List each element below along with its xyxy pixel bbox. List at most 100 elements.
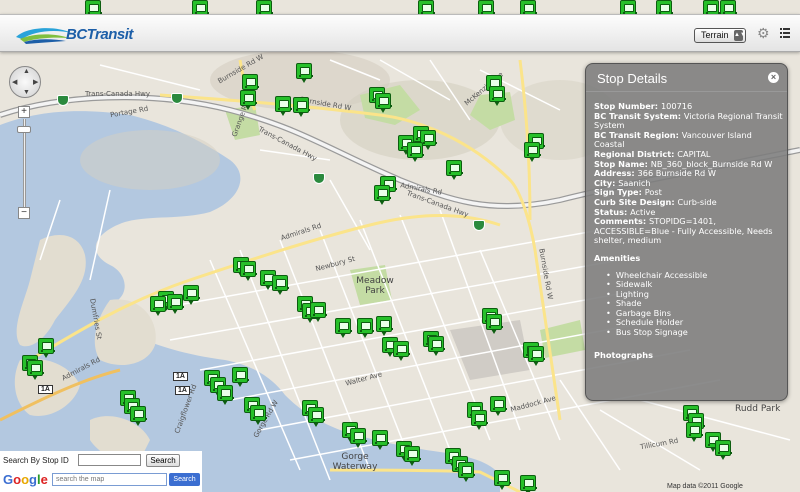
bus-stop-marker-icon[interactable]: [494, 470, 511, 490]
bus-stop-marker-icon[interactable]: [393, 341, 410, 361]
bus-stop-marker-icon[interactable]: [374, 185, 391, 205]
amenities-heading: Amenities: [594, 252, 641, 263]
bus-stop-marker-icon[interactable]: [520, 475, 537, 492]
bus-stop-marker-icon[interactable]: [471, 410, 488, 430]
bus-stop-marker-icon[interactable]: [407, 142, 424, 162]
amenity-item: Bus Stop Signage: [606, 327, 784, 338]
detail-value: Saanich: [618, 177, 651, 188]
detail-label: Curb Site Design:: [594, 196, 678, 207]
detail-label: Stop Name:: [594, 158, 651, 169]
amenities-list: Wheelchair AccessibleSidewalkLightingSha…: [594, 270, 784, 338]
detail-value: 366 Burnside Rd W: [637, 168, 716, 179]
zoom-slider-thumb[interactable]: [17, 126, 31, 133]
bus-stop-marker-icon[interactable]: [335, 318, 352, 338]
detail-rows: Stop Number: 100716 BC Transit System: Vi…: [594, 101, 784, 246]
detail-row: BC Transit Region: Vancouver Island Coas…: [594, 129, 784, 150]
bus-stop-marker-icon[interactable]: [240, 90, 257, 110]
detail-label: Comments:: [594, 216, 649, 227]
highway-1a-shield: 1A: [38, 385, 53, 394]
bus-stop-marker-icon[interactable]: [275, 96, 292, 116]
bus-stop-marker-icon[interactable]: [524, 142, 541, 162]
bus-stop-marker-icon[interactable]: [486, 314, 503, 334]
bus-stop-marker-icon[interactable]: [404, 446, 421, 466]
detail-value: CAPITAL: [677, 148, 711, 159]
pan-left-icon[interactable]: ◀: [12, 78, 17, 86]
detail-label: BC Transit Region:: [594, 129, 682, 140]
bus-stop-marker-icon[interactable]: [686, 422, 703, 442]
bus-stop-marker-icon[interactable]: [375, 93, 392, 113]
detail-label: Address:: [594, 168, 638, 179]
map-credits: Map data ©2011 Google: [667, 483, 743, 490]
bus-stop-marker-icon[interactable]: [428, 336, 445, 356]
detail-label: Stop Number:: [594, 101, 661, 111]
bus-stop-marker-icon[interactable]: [250, 405, 267, 425]
detail-label: Status:: [594, 206, 631, 217]
detail-value: Active: [630, 206, 656, 217]
photographs-heading: Photographs: [594, 349, 653, 360]
logo-text: BCTransit: [66, 26, 133, 43]
bus-stop-marker-icon[interactable]: [528, 346, 545, 366]
legend-list-icon[interactable]: [780, 28, 790, 38]
detail-value: Post: [644, 187, 662, 198]
zoom-out-button[interactable]: −: [18, 207, 30, 219]
map-type-value: Terrain: [701, 30, 729, 40]
bus-stop-marker-icon[interactable]: [167, 294, 184, 314]
bus-stop-marker-icon[interactable]: [372, 430, 389, 450]
bus-stop-marker-icon[interactable]: [350, 428, 367, 448]
bus-stop-marker-icon[interactable]: [272, 275, 289, 295]
bus-stop-marker-icon[interactable]: [489, 86, 506, 106]
highway-1a-shield: 1A: [173, 372, 188, 381]
map-search-input[interactable]: search the map: [52, 473, 167, 486]
bus-stop-marker-icon[interactable]: [150, 296, 167, 316]
google-logo: Google: [3, 472, 48, 487]
settings-gear-icon[interactable]: ⚙: [757, 26, 771, 40]
bus-stop-marker-icon[interactable]: [458, 462, 475, 482]
bus-stop-marker-icon[interactable]: [293, 97, 310, 117]
map-pan-control[interactable]: ▲ ◀ ▶ ▼: [9, 66, 41, 98]
map-search-button[interactable]: Search: [169, 473, 200, 486]
bus-stop-marker-icon[interactable]: [232, 367, 249, 387]
detail-label: Sign Type:: [594, 187, 645, 198]
bus-stop-marker-icon[interactable]: [130, 406, 147, 426]
map-label: Trans-Canada Hwy: [85, 90, 151, 98]
bus-stop-marker-icon[interactable]: [308, 407, 325, 427]
stop-search-label: Search By Stop ID: [3, 456, 69, 465]
stop-details-panel: Stop Details × Stop Number: 100716 BC Tra…: [585, 63, 788, 401]
bus-stop-marker-icon[interactable]: [310, 302, 327, 322]
pan-down-icon[interactable]: ▼: [23, 89, 30, 96]
detail-row: Comments: STOPIDG=1401, ACCESSIBLE=Blue …: [594, 216, 784, 246]
app-header: BCTransit Terrain ▲▼ ⚙: [0, 14, 800, 52]
panel-title: Stop Details: [597, 71, 668, 86]
detail-value: Curb-side: [677, 196, 717, 207]
search-container: Search By Stop ID Search Google search t…: [0, 451, 202, 492]
stop-id-input[interactable]: [78, 454, 141, 466]
stop-search-button[interactable]: Search: [146, 454, 180, 467]
detail-value: NB_360_block_Burnside Rd W: [650, 158, 773, 169]
detail-label: Regional District:: [594, 148, 678, 159]
map-type-select[interactable]: Terrain ▲▼: [694, 28, 746, 43]
highway-1a-shield: 1A: [175, 386, 190, 395]
bus-stop-marker-icon[interactable]: [376, 316, 393, 336]
map-label: Meadow Park: [356, 276, 394, 296]
detail-label: City:: [594, 177, 619, 188]
detail-value: 100716: [660, 101, 693, 111]
bus-stop-marker-icon[interactable]: [446, 160, 463, 180]
pan-right-icon[interactable]: ▶: [33, 78, 38, 86]
bus-stop-marker-icon[interactable]: [240, 261, 257, 281]
map-label: Gorge Waterway: [332, 452, 378, 472]
bus-stop-marker-icon[interactable]: [357, 318, 374, 338]
panel-body: Stop Number: 100716 BC Transit System: Vi…: [594, 101, 784, 360]
zoom-in-button[interactable]: +: [18, 106, 30, 118]
pan-up-icon[interactable]: ▲: [23, 68, 30, 75]
bus-stop-marker-icon[interactable]: [27, 360, 44, 380]
bus-stop-marker-icon[interactable]: [715, 440, 732, 460]
bus-stop-marker-icon[interactable]: [38, 338, 55, 358]
map-label: Rudd Park: [735, 404, 781, 414]
bus-stop-marker-icon[interactable]: [490, 396, 507, 416]
select-arrows-icon: ▲▼: [734, 30, 746, 41]
bus-stop-marker-icon[interactable]: [217, 385, 234, 405]
bus-stop-marker-icon[interactable]: [296, 63, 313, 83]
panel-divider: [586, 91, 787, 92]
bus-stop-marker-icon[interactable]: [183, 285, 200, 305]
close-icon[interactable]: ×: [768, 72, 779, 83]
